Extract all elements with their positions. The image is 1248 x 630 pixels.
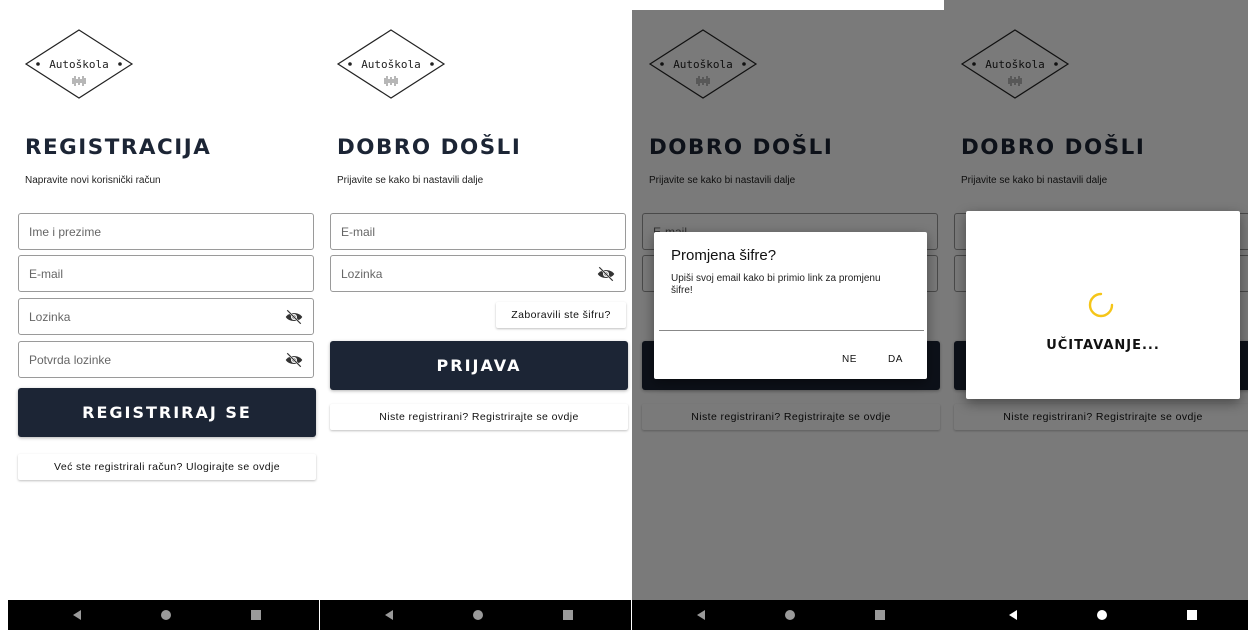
back-icon[interactable]	[385, 610, 393, 620]
recents-icon[interactable]	[875, 610, 885, 620]
home-icon[interactable]	[161, 610, 171, 620]
dialog-title: Promjena šifre?	[671, 247, 777, 264]
email-placeholder: E-mail	[341, 225, 376, 239]
email-field[interactable]: E-mail	[18, 255, 314, 292]
dialog-yes-button[interactable]: DA	[888, 354, 903, 365]
login-loading-screen: Autoškola DOBRO DOŠLI Prijavite se kako …	[944, 0, 1248, 630]
recents-icon[interactable]	[1187, 610, 1197, 620]
register-screen: Autoškola REGISTRACIJA Napravite novi ko…	[8, 0, 319, 630]
login-link-button[interactable]: Već ste registrirali račun? Ulogirajte s…	[18, 454, 316, 480]
logo-diamond-icon: Autoškola	[336, 29, 446, 99]
confirm-password-placeholder: Potvrda lozinke	[29, 353, 112, 367]
email-placeholder: E-mail	[29, 267, 64, 281]
android-nav-bar	[632, 600, 944, 630]
eye-off-icon[interactable]	[285, 309, 303, 325]
page-subtitle: Prijavite se kako bi nastavili dalje	[337, 175, 484, 186]
login-button[interactable]: PRIJAVA	[330, 341, 628, 390]
logo-diamond-icon: Autoškola	[24, 29, 134, 99]
recents-icon[interactable]	[563, 610, 573, 620]
reset-email-input[interactable]	[659, 330, 924, 331]
page-title: REGISTRACIJA	[25, 135, 212, 159]
home-icon[interactable]	[473, 610, 483, 620]
dialog-message: Upiši svoj email kako bi primio link za …	[671, 273, 881, 296]
register-link-button[interactable]: Niste registrirani? Registrirajte se ovd…	[330, 404, 628, 430]
password-placeholder: Lozinka	[341, 267, 383, 281]
loading-text: UČITAVANJE...	[1046, 338, 1160, 353]
password-field[interactable]: Lozinka	[330, 255, 626, 292]
email-field[interactable]: E-mail	[330, 213, 626, 250]
forgot-password-button[interactable]: Zaboravili ste šifru?	[496, 302, 626, 328]
android-nav-bar	[320, 600, 631, 630]
svg-text:Autoškola: Autoškola	[361, 58, 421, 71]
reset-password-dialog: Promjena šifre? Upiši svoj email kako bi…	[654, 232, 927, 379]
svg-text:Autoškola: Autoškola	[49, 58, 109, 71]
home-icon[interactable]	[1097, 610, 1107, 620]
page-title: DOBRO DOŠLI	[337, 135, 522, 159]
android-nav-bar	[8, 600, 319, 630]
dialog-no-button[interactable]: NE	[842, 354, 857, 365]
password-field[interactable]: Lozinka	[18, 298, 314, 335]
password-placeholder: Lozinka	[29, 310, 71, 324]
name-field[interactable]: Ime i prezime	[18, 213, 314, 250]
register-button[interactable]: REGISTRIRAJ SE	[18, 388, 316, 437]
back-icon[interactable]	[73, 610, 81, 620]
login-reset-dialog-screen: Autoškola DOBRO DOŠLI Prijavite se kako …	[632, 0, 944, 630]
login-screen: Autoškola DOBRO DOŠLI Prijavite se kako …	[320, 0, 631, 630]
name-placeholder: Ime i prezime	[29, 225, 102, 239]
home-icon[interactable]	[785, 610, 795, 620]
eye-off-icon[interactable]	[285, 352, 303, 368]
android-nav-bar	[944, 600, 1248, 630]
loading-dialog: UČITAVANJE...	[966, 211, 1240, 399]
spinner-icon	[1088, 292, 1114, 318]
page-subtitle: Napravite novi korisnički račun	[25, 175, 161, 186]
eye-off-icon[interactable]	[597, 266, 615, 282]
confirm-password-field[interactable]: Potvrda lozinke	[18, 341, 314, 378]
recents-icon[interactable]	[251, 610, 261, 620]
back-icon[interactable]	[1009, 610, 1017, 620]
back-icon[interactable]	[697, 610, 705, 620]
